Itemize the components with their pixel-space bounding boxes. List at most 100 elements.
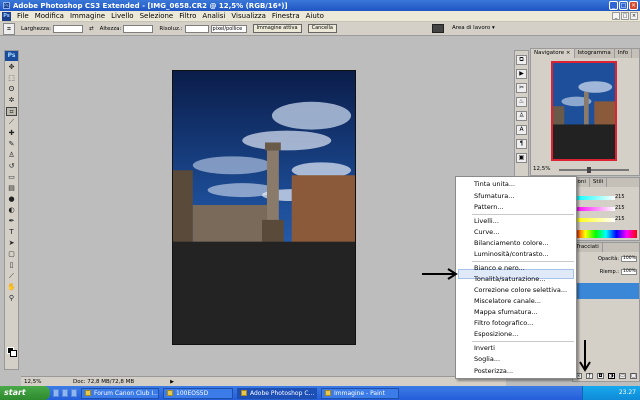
background-color-swatch[interactable] [10, 350, 17, 357]
blur-tool-icon[interactable]: ● [6, 195, 17, 204]
type-tool-icon[interactable]: T [6, 228, 17, 237]
task-paint[interactable]: Immagine - Paint [321, 387, 399, 399]
navigator-zoom-value[interactable]: 12,5% [533, 166, 550, 172]
menu-livello[interactable]: Livello [108, 12, 136, 20]
red-value[interactable]: 215 [615, 194, 625, 200]
dodge-tool-icon[interactable]: ◐ [6, 206, 17, 215]
zoom-tool-icon[interactable]: ⚲ [6, 294, 17, 303]
layer-row-background[interactable] [575, 283, 639, 299]
workspace-icon[interactable] [432, 24, 444, 33]
menu-item-channel-mixer[interactable]: Miscelatore canale... [474, 297, 541, 305]
task-forum-canon[interactable]: Forum Canon Club I... [81, 387, 159, 399]
start-button[interactable]: start [0, 386, 50, 400]
menu-item-gradient[interactable]: Sfumatura... [474, 192, 514, 200]
eraser-tool-icon[interactable]: ▭ [6, 173, 17, 182]
layer-comps-icon[interactable]: ▣ [516, 153, 527, 163]
actions-panel-icon[interactable]: ▶ [516, 69, 527, 79]
menu-item-black-white[interactable]: Bianco e nero... [474, 264, 525, 272]
menu-item-brightness-contrast[interactable]: Luminosità/contrasto... [474, 250, 549, 258]
shape-tool-icon[interactable]: ▢ [6, 250, 17, 259]
clone-source-icon[interactable]: ♙ [516, 111, 527, 121]
gradient-tool-icon[interactable]: ▤ [6, 184, 17, 193]
green-slider[interactable] [575, 207, 615, 211]
magic-wand-tool-icon[interactable]: ✲ [6, 96, 17, 105]
height-input[interactable] [123, 24, 154, 33]
workspace-menu[interactable]: Area di lavoro ▾ [452, 25, 495, 31]
front-image-button[interactable]: Immagine attiva [252, 24, 302, 33]
character-panel-icon[interactable]: A [516, 125, 527, 135]
quicklaunch-icon[interactable] [53, 389, 59, 397]
add-mask-icon[interactable]: ◘ [597, 373, 604, 379]
doc-minimize-button[interactable]: _ [612, 12, 620, 20]
cancel-button[interactable]: Cancella [307, 24, 337, 33]
menu-item-threshold[interactable]: Soglia... [474, 355, 500, 363]
new-layer-icon[interactable]: ▢ [630, 373, 637, 379]
new-adjustment-layer-icon[interactable]: ◑ [608, 373, 615, 379]
menu-item-selective-color[interactable]: Correzione colore selettiva... [474, 286, 567, 294]
resolution-input[interactable] [184, 24, 209, 33]
paragraph-panel-icon[interactable]: ¶ [516, 139, 527, 149]
tab-styles[interactable]: Stili [590, 178, 608, 187]
task-folder-100eos5d[interactable]: 100EOS5D [163, 387, 233, 399]
tab-info[interactable]: Info [615, 49, 633, 58]
pen-tool-icon[interactable]: ✒ [6, 217, 17, 226]
maximize-button[interactable]: □ [619, 1, 628, 10]
fill-input[interactable]: 100% [621, 269, 637, 275]
path-selection-tool-icon[interactable]: ➤ [6, 239, 17, 248]
navigator-thumbnail[interactable] [551, 61, 617, 161]
menu-item-photo-filter[interactable]: Filtro fotografico... [474, 319, 533, 327]
status-menu-arrow-icon[interactable]: ▶ [170, 379, 176, 385]
brushes-panel-icon[interactable]: ♨ [516, 97, 527, 107]
task-photoshop[interactable]: Adobe Photoshop C... [237, 387, 317, 399]
menu-selezione[interactable]: Selezione [137, 12, 177, 20]
brush-tool-icon[interactable]: ✎ [6, 140, 17, 149]
menu-aiuto[interactable]: Aiuto [303, 12, 327, 20]
menu-item-exposure[interactable]: Esposizione... [474, 330, 518, 338]
color-spectrum[interactable] [575, 230, 637, 238]
blue-value[interactable]: 215 [615, 216, 625, 222]
tool-presets-icon[interactable]: ✂ [516, 83, 527, 93]
crop-tool-icon[interactable]: ⌗ [6, 107, 17, 116]
blue-slider[interactable] [575, 218, 615, 222]
menu-item-pattern[interactable]: Pattern... [474, 203, 504, 211]
menu-visualizza[interactable]: Visualizza [228, 12, 268, 20]
doc-close-button[interactable]: × [630, 12, 638, 20]
quicklaunch-icon[interactable] [71, 389, 77, 397]
menu-item-color-balance[interactable]: Bilanciamento colore... [474, 239, 549, 247]
doc-restore-button[interactable]: □ [621, 12, 629, 20]
menu-analisi[interactable]: Analisi [199, 12, 228, 20]
crop-tool-icon[interactable]: ⌗ [3, 22, 15, 35]
menu-item-curves[interactable]: Curve... [474, 228, 499, 236]
tab-navigator[interactable]: Navigatore × [531, 49, 575, 58]
menu-item-levels[interactable]: Livelli... [474, 217, 499, 225]
quicklaunch-icon[interactable] [62, 389, 68, 397]
menu-immagine[interactable]: Immagine [67, 12, 108, 20]
menu-modifica[interactable]: Modifica [32, 12, 67, 20]
width-input[interactable] [52, 24, 83, 33]
opacity-input[interactable]: 100% [621, 256, 637, 262]
menu-item-hue-saturation[interactable]: Tonalità/saturazione... [474, 275, 545, 283]
menu-item-solid-color[interactable]: Tinta unita... [474, 180, 515, 188]
tab-paths[interactable]: Tracciati [573, 243, 603, 252]
marquee-tool-icon[interactable]: ⬚ [6, 74, 17, 83]
resolution-unit-select[interactable]: pixel/pollice [210, 24, 247, 33]
eyedropper-tool-icon[interactable]: ⟋ [6, 118, 17, 127]
menu-item-invert[interactable]: Inverti [474, 344, 495, 352]
clone-stamp-tool-icon[interactable]: ♙ [6, 151, 17, 160]
move-tool-icon[interactable]: ✥ [6, 63, 17, 72]
lasso-tool-icon[interactable]: ʘ [6, 85, 17, 94]
eyedropper-sample-tool-icon[interactable]: ⟋ [6, 272, 17, 281]
minimize-button[interactable]: _ [609, 1, 618, 10]
new-group-icon[interactable]: ▭ [619, 373, 626, 379]
clock[interactable]: 23.27 [619, 389, 636, 396]
healing-brush-tool-icon[interactable]: ✚ [6, 129, 17, 138]
tab-histogram[interactable]: Istogramma [575, 49, 615, 58]
zoom-readout[interactable]: 12,5% [21, 379, 45, 385]
menu-file[interactable]: File [14, 12, 32, 20]
red-slider[interactable] [575, 196, 615, 200]
notes-tool-icon[interactable]: ▯ [6, 261, 17, 270]
hand-tool-icon[interactable]: ✋ [6, 283, 17, 292]
history-panel-icon[interactable]: ⧉ [516, 55, 527, 65]
menu-finestra[interactable]: Finestra [269, 12, 303, 20]
menu-item-gradient-map[interactable]: Mappa sfumatura... [474, 308, 538, 316]
